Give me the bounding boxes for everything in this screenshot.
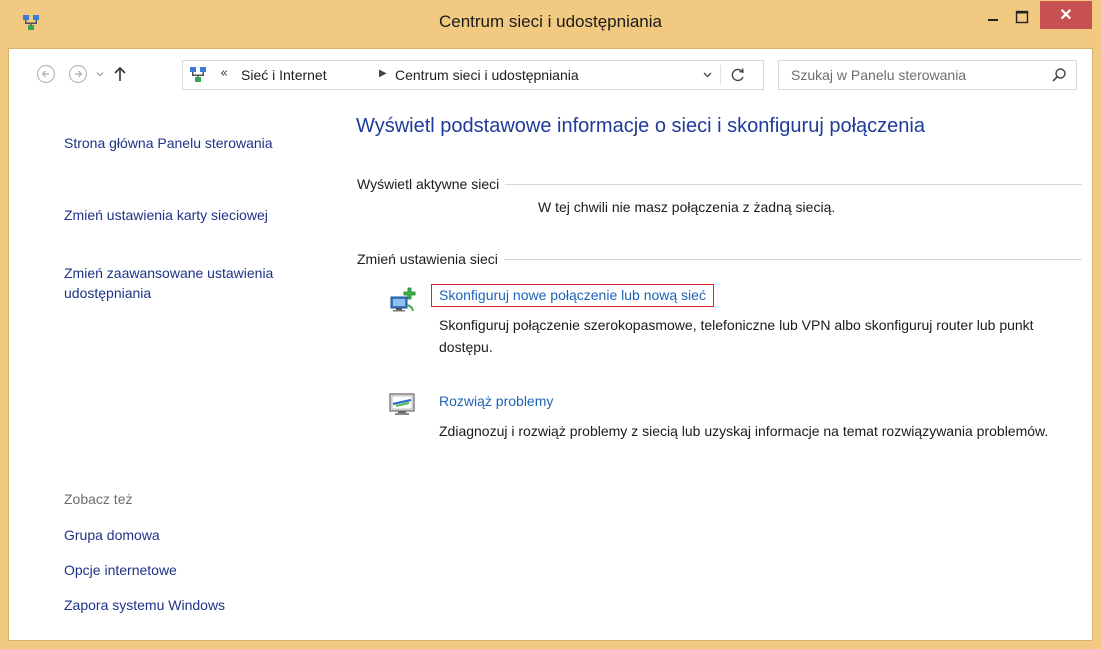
window-title: Centrum sieci i udostępniania (438, 12, 662, 31)
setup-connection-description: Skonfiguruj połączenie szerokopasmowe, t… (439, 317, 1034, 355)
refresh-icon[interactable] (728, 65, 748, 85)
active-networks-header: Wyświetl aktywne sieci (357, 174, 1082, 194)
maximize-button[interactable] (1008, 0, 1036, 34)
minimize-icon (988, 19, 998, 21)
troubleshoot-icon (389, 393, 415, 415)
internet-options-link[interactable]: Opcje internetowe (64, 560, 294, 580)
maximize-icon (1015, 10, 1029, 24)
divider (505, 183, 1082, 185)
address-dropdown-icon[interactable] (702, 69, 713, 83)
network-center-icon (190, 67, 206, 82)
forward-arrow-icon (68, 64, 88, 84)
setup-connection-link[interactable]: Skonfiguruj nowe połączenie lub nową sie… (431, 284, 714, 307)
see-also-label: Zobacz też (64, 491, 133, 507)
active-networks-label: Wyświetl aktywne sieci (357, 176, 500, 192)
close-button[interactable]: ✕ (1040, 1, 1092, 29)
troubleshoot-description: Zdiagnozuj i rozwiąż problemy z siecią l… (439, 423, 1049, 439)
title-bar[interactable]: Centrum sieci i udostępniania ✕ (0, 0, 1101, 48)
chevron-down-icon (96, 72, 104, 77)
up-button[interactable] (109, 63, 131, 85)
windows-firewall-link[interactable]: Zapora systemu Windows (64, 595, 294, 615)
advanced-sharing-settings-link[interactable]: Zmień zaawansowane ustawienia udostępnia… (64, 263, 294, 303)
back-arrow-icon (36, 64, 56, 84)
address-divider (720, 65, 721, 85)
breadcrumb-network-internet[interactable]: Sieć i Internet (241, 67, 327, 83)
search-icon[interactable] (1051, 67, 1067, 83)
window: Centrum sieci i udostępniania ✕ « Sieć i… (0, 0, 1101, 649)
troubleshoot-link[interactable]: Rozwiąż problemy (439, 393, 553, 409)
forward-button[interactable] (67, 63, 89, 85)
control-panel-home-link[interactable]: Strona główna Panelu sterowania (64, 133, 294, 153)
search-box[interactable]: Szukaj w Panelu sterowania (778, 60, 1077, 90)
address-bar[interactable]: « Sieć i Internet ▶ Centrum sieci i udos… (182, 60, 764, 90)
change-settings-header: Zmień ustawienia sieci (357, 249, 1082, 269)
recent-locations-button[interactable] (93, 63, 107, 85)
homegroup-link[interactable]: Grupa domowa (64, 525, 294, 545)
network-setup-icon (390, 287, 416, 312)
search-input[interactable]: Szukaj w Panelu sterowania (791, 67, 966, 83)
chevron-right-icon[interactable]: ▶ (379, 68, 387, 79)
change-settings-label: Zmień ustawienia sieci (357, 251, 498, 267)
up-arrow-icon (114, 66, 126, 81)
breadcrumb-overflow[interactable]: « (220, 66, 228, 81)
navigation-bar: « Sieć i Internet ▶ Centrum sieci i udos… (9, 49, 1092, 99)
no-network-message: W tej chwili nie masz połączenia z żadną… (538, 199, 836, 215)
client-area: « Sieć i Internet ▶ Centrum sieci i udos… (8, 48, 1093, 641)
change-adapter-settings-link[interactable]: Zmień ustawienia karty sieciowej (64, 205, 294, 225)
page-title: Wyświetl podstawowe informacje o sieci i… (356, 115, 925, 137)
breadcrumb-network-center[interactable]: Centrum sieci i udostępniania (395, 67, 579, 83)
divider (503, 258, 1082, 260)
minimize-button[interactable] (979, 0, 1007, 34)
back-button[interactable] (35, 63, 57, 85)
